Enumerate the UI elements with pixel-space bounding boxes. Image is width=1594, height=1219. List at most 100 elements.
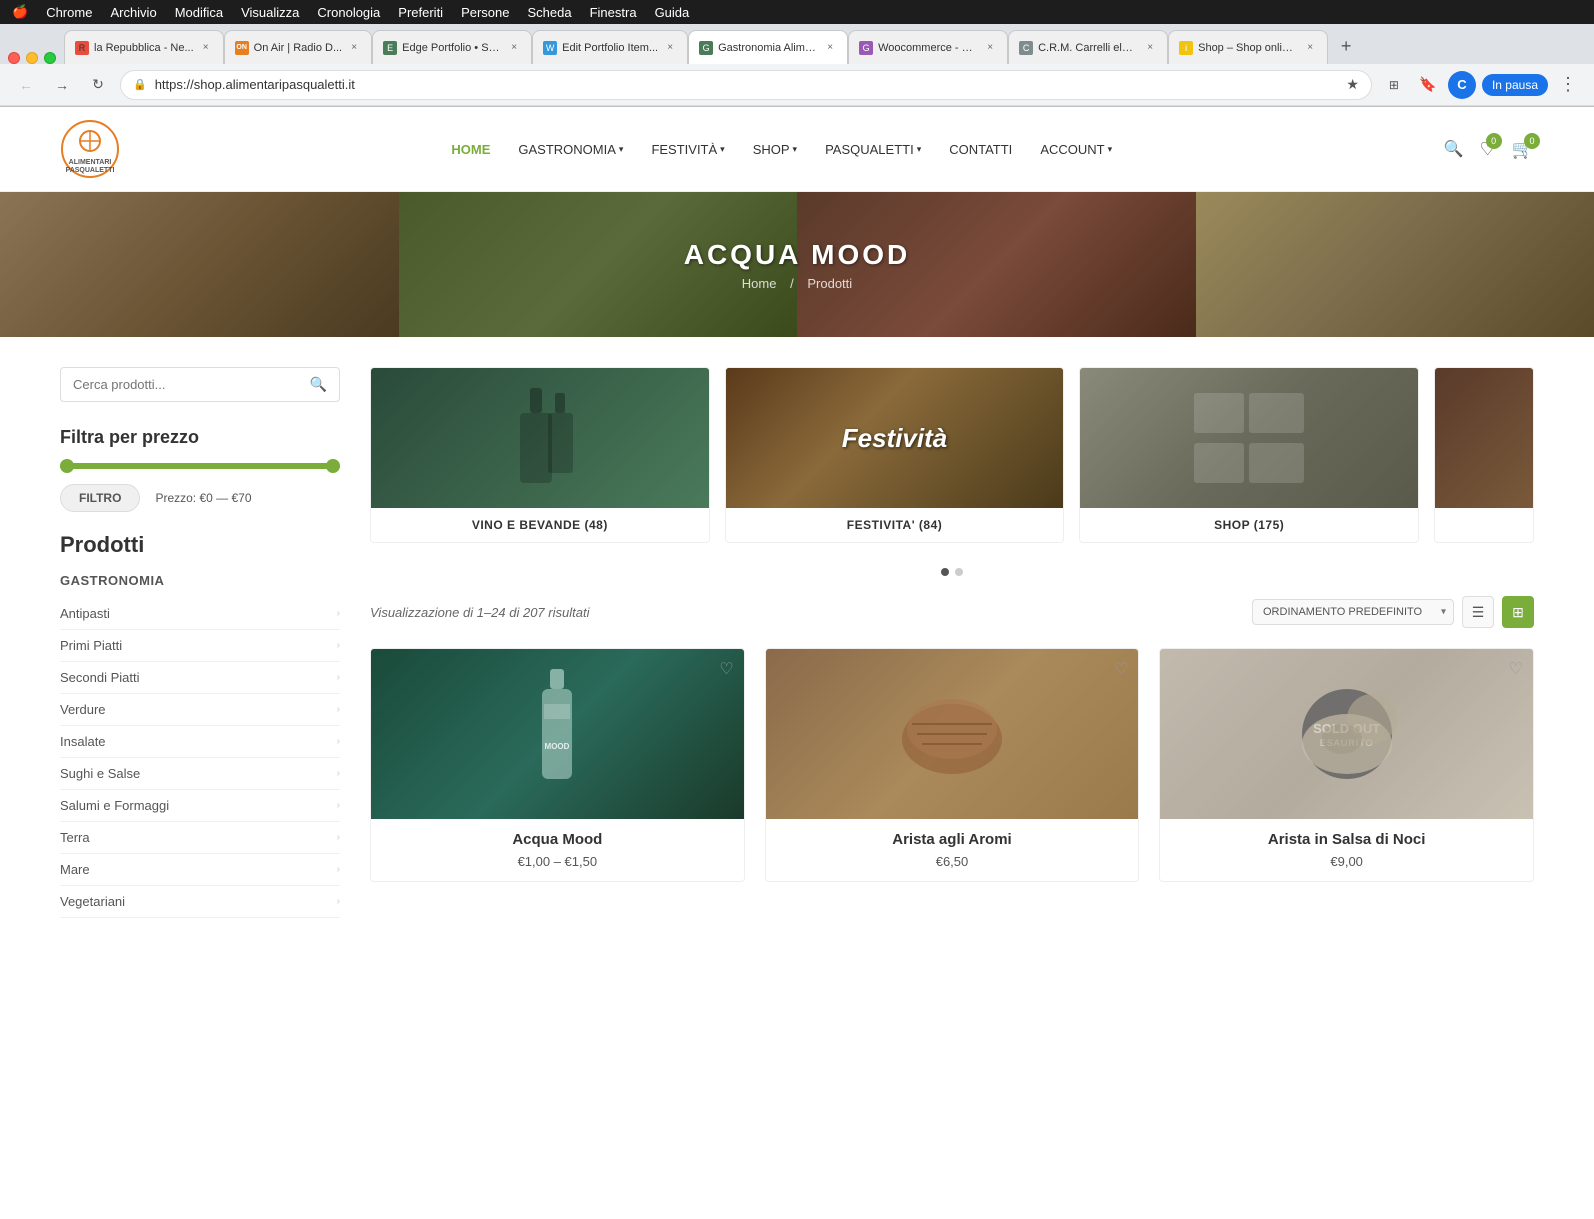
ssl-lock-icon: 🔒 [133, 78, 147, 91]
nav-gastronomia[interactable]: GASTRONOMIA ▾ [518, 142, 623, 157]
search-submit-icon[interactable]: 🔍 [310, 376, 327, 393]
sidebar-item-terra[interactable]: Terra › [60, 822, 340, 854]
price-handle-right[interactable] [326, 459, 340, 473]
fullscreen-window-button[interactable] [44, 52, 56, 64]
nav-account[interactable]: ACCOUNT ▾ [1040, 142, 1112, 157]
browser-tab-7[interactable]: C C.R.M. Carrelli elev... × [1008, 30, 1168, 64]
sidebar-item-label-salumi: Salumi e Formaggi [60, 798, 169, 813]
menu-persone[interactable]: Persone [461, 5, 509, 20]
category-card-festivita[interactable]: Festività FESTIVITA' (84) [725, 367, 1065, 543]
wishlist-icon-arista-salsa[interactable]: ♡ [1509, 659, 1523, 679]
search-box[interactable]: 🔍 [60, 367, 340, 402]
nav-contatti[interactable]: CONTATTI [949, 142, 1012, 157]
back-button[interactable]: ← [12, 71, 40, 99]
sidebar-item-arrow-sughi: › [337, 768, 340, 779]
wishlist-icon-acqua-mood[interactable]: ♡ [719, 659, 733, 679]
sidebar-item-antipasti[interactable]: Antipasti › [60, 598, 340, 630]
nav-home[interactable]: HOME [451, 142, 490, 157]
menu-chrome[interactable]: Chrome [46, 5, 92, 20]
tab-close-6[interactable]: × [983, 41, 997, 55]
nav-festivita[interactable]: FESTIVITÀ ▾ [651, 142, 724, 157]
menu-scheda[interactable]: Scheda [528, 5, 572, 20]
grid-view-button[interactable]: ⊞ [1502, 596, 1534, 628]
menu-visualizza[interactable]: Visualizza [241, 5, 299, 20]
price-slider[interactable] [60, 463, 340, 469]
apple-menu[interactable]: 🍎 [12, 4, 28, 20]
sidebar-item-primi[interactable]: Primi Piatti › [60, 630, 340, 662]
price-handle-left[interactable] [60, 459, 74, 473]
sidebar-item-vegetariani[interactable]: Vegetariani › [60, 886, 340, 918]
product-card-arista-aromi[interactable]: ♡ Arista agli Aromi €6,50 [765, 648, 1140, 882]
sidebar-item-verdure[interactable]: Verdure › [60, 694, 340, 726]
tab-close-5[interactable]: × [823, 41, 837, 55]
browser-tab-2[interactable]: ON On Air | Radio D... × [224, 30, 372, 64]
sidebar-item-insalate[interactable]: Insalate › [60, 726, 340, 758]
product-card-acqua-mood[interactable]: ♡ MOOD Acqua Mood €1,00 – €1,50 [370, 648, 745, 882]
search-icon[interactable]: 🔍 [1444, 139, 1464, 159]
sort-select[interactable]: ORDINAMENTO PREDEFINITO Prezzo: dal più … [1252, 599, 1454, 625]
menu-modifica[interactable]: Modifica [175, 5, 223, 20]
tab-close-1[interactable]: × [199, 41, 213, 55]
category-card-extra[interactable] [1434, 367, 1534, 543]
hero-text: ACQUA MOOD Home / Prodotti [684, 239, 911, 291]
tab-close-2[interactable]: × [347, 41, 361, 55]
carousel-dot-2[interactable] [955, 568, 963, 576]
sidebar-item-label-mare: Mare [60, 862, 90, 877]
close-window-button[interactable] [8, 52, 20, 64]
sidebar-item-mare[interactable]: Mare › [60, 854, 340, 886]
sidebar-item-arrow-secondi: › [337, 672, 340, 683]
sidebar-item-salumi[interactable]: Salumi e Formaggi › [60, 790, 340, 822]
hero-bg-nuts [0, 192, 399, 337]
tab-label-2: On Air | Radio D... [254, 42, 342, 54]
browser-tab-6[interactable]: G Woocommerce - Ce... × [848, 30, 1008, 64]
address-bar[interactable]: 🔒 https://shop.alimentaripasqualetti.it … [120, 70, 1372, 100]
price-filter-title: Filtra per prezzo [60, 427, 340, 448]
profile-button[interactable]: C [1448, 71, 1476, 99]
browser-tab-4[interactable]: W Edit Portfolio Item... × [532, 30, 688, 64]
sidebar-item-sughi[interactable]: Sughi e Salse › [60, 758, 340, 790]
category-card-vino[interactable]: VINO E BEVANDE (48) [370, 367, 710, 543]
menu-preferiti[interactable]: Preferiti [398, 5, 443, 20]
nav-shop[interactable]: SHOP ▾ [753, 142, 797, 157]
browser-tab-5[interactable]: G Gastronomia Alime... × [688, 30, 848, 64]
category-card-shop[interactable]: SHOP (175) [1079, 367, 1419, 543]
category-card-img-festivita: Festività [726, 368, 1064, 508]
nav-pasqualetti[interactable]: PASQUALETTI ▾ [825, 142, 921, 157]
product-card-arista-salsa[interactable]: ♡ SOLD OUT ESAURITO [1159, 648, 1534, 882]
carousel-dot-1[interactable] [941, 568, 949, 576]
breadcrumb-home[interactable]: Home [742, 276, 777, 291]
minimize-window-button[interactable] [26, 52, 38, 64]
products-grid: ♡ MOOD Acqua Mood €1,00 – €1,50 [370, 648, 1534, 882]
menu-button[interactable]: ⋮ [1554, 71, 1582, 99]
tab-close-4[interactable]: × [663, 41, 677, 55]
reload-button[interactable]: ↻ [84, 71, 112, 99]
menu-guida[interactable]: Guida [655, 5, 690, 20]
browser-tab-3[interactable]: E Edge Portfolio • SG... × [372, 30, 532, 64]
site-logo[interactable]: ALIMENTARI PASQUALETTI [60, 119, 120, 179]
tab-close-3[interactable]: × [507, 41, 521, 55]
menu-cronologia[interactable]: Cronologia [317, 5, 380, 20]
extensions-button[interactable]: ⊞ [1380, 71, 1408, 99]
wishlist-icon-arista-aromi[interactable]: ♡ [1114, 659, 1128, 679]
menu-finestra[interactable]: Finestra [590, 5, 637, 20]
new-tab-button[interactable]: + [1332, 32, 1360, 60]
tab-close-8[interactable]: × [1303, 41, 1317, 55]
results-text: Visualizzazione di 1–24 di 207 risultati [370, 605, 589, 620]
list-view-button[interactable]: ☰ [1462, 596, 1494, 628]
filter-button[interactable]: FILTRO [60, 484, 140, 512]
cart-badge: 0 [1524, 133, 1540, 149]
browser-tab-1[interactable]: R la Repubblica - Ne... × [64, 30, 224, 64]
browser-tab-8[interactable]: i Shop – Shop online... × [1168, 30, 1328, 64]
forward-button[interactable]: → [48, 71, 76, 99]
tab-label-7: C.R.M. Carrelli elev... [1038, 42, 1138, 54]
star-icon[interactable]: ★ [1346, 76, 1359, 93]
tab-close-7[interactable]: × [1143, 41, 1157, 55]
bookmark-button[interactable]: 🔖 [1414, 71, 1442, 99]
pause-button[interactable]: In pausa [1482, 74, 1548, 96]
menu-archivio[interactable]: Archivio [110, 5, 156, 20]
product-info-acqua-mood: Acqua Mood €1,00 – €1,50 [371, 819, 744, 881]
site-nav: HOME GASTRONOMIA ▾ FESTIVITÀ ▾ SHOP ▾ PA… [451, 142, 1112, 157]
search-input[interactable] [73, 377, 302, 392]
carousel-dots [370, 568, 1534, 576]
sidebar-item-secondi[interactable]: Secondi Piatti › [60, 662, 340, 694]
